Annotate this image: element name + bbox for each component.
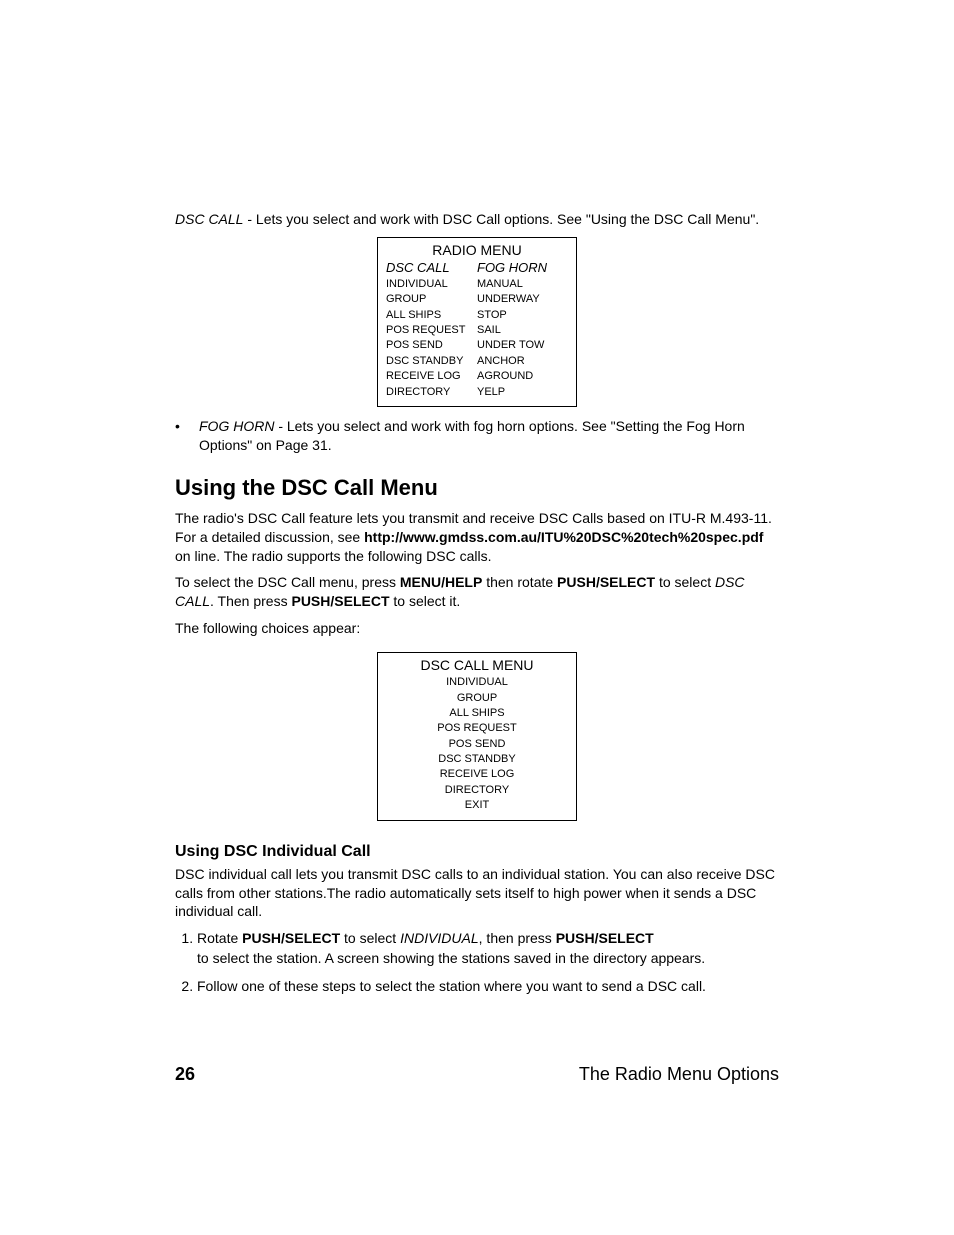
foghorn-label: FOG HORN [199, 418, 274, 434]
intro-text: - Lets you select and work with DSC Call… [243, 211, 759, 227]
p2a: To select the DSC Call menu, press [175, 574, 400, 590]
radio-col1-item: DSC STANDBY [386, 354, 477, 369]
radio-col2-item: MANUAL [477, 277, 568, 292]
foghorn-bullet: • FOG HORN - Lets you select and work wi… [175, 417, 779, 455]
radio-col2-item: SAIL [477, 323, 568, 338]
section-heading: Using the DSC Call Menu [175, 475, 779, 501]
p2b3: PUSH/SELECT [291, 593, 389, 609]
page-footer: 26 The Radio Menu Options [175, 1064, 779, 1085]
radio-col1-item: POS SEND [386, 338, 477, 353]
s1c: , then press [479, 930, 556, 946]
radio-col2-head: FOG HORN [477, 260, 568, 275]
radio-col1-item: GROUP [386, 292, 477, 307]
dsc-menu-item: ALL SHIPS [386, 706, 568, 721]
subsection-heading: Using DSC Individual Call [175, 843, 779, 861]
s1a: Rotate [197, 930, 242, 946]
document-page: DSC CALL - Lets you select and work with… [0, 0, 954, 1235]
s1b: to select [340, 930, 400, 946]
radio-col2-item: YELP [477, 385, 568, 400]
dsc-menu-item: EXIT [386, 798, 568, 813]
p2b2: PUSH/SELECT [557, 574, 655, 590]
subsection-para: DSC individual call lets you transmit DS… [175, 865, 779, 922]
step-1: Rotate PUSH/SELECT to select INDIVIDUAL,… [197, 929, 779, 968]
dsc-call-menu-box: DSC CALL MENU INDIVIDUAL GROUP ALL SHIPS… [377, 652, 577, 821]
dsc-menu-item: DSC STANDBY [386, 752, 568, 767]
steps-list: Rotate PUSH/SELECT to select INDIVIDUAL,… [175, 929, 779, 996]
para1-b: on line. The radio supports the followin… [175, 548, 491, 564]
radio-col1-item: RECEIVE LOG [386, 369, 477, 384]
radio-col1-item: INDIVIDUAL [386, 277, 477, 292]
radio-col1-item: POS REQUEST [386, 323, 477, 338]
radio-menu-col-fog: FOG HORN MANUAL UNDERWAY STOP SAIL UNDER… [477, 260, 568, 400]
radio-col1-item: DIRECTORY [386, 385, 477, 400]
radio-col2-item: AGROUND [477, 369, 568, 384]
radio-menu-box: RADIO MENU DSC CALL INDIVIDUAL GROUP ALL… [377, 237, 577, 407]
p2c: then rotate [482, 574, 557, 590]
dsc-menu-item: RECEIVE LOG [386, 767, 568, 782]
dsc-menu-item: POS REQUEST [386, 721, 568, 736]
footer-page-number: 26 [175, 1064, 195, 1085]
s1ital: INDIVIDUAL [400, 930, 479, 946]
p2f: to select it. [390, 593, 461, 609]
s1b2: PUSH/SELECT [556, 930, 654, 946]
radio-col2-item: ANCHOR [477, 354, 568, 369]
step-2: Follow one of these steps to select the … [197, 977, 779, 997]
radio-col2-item: UNDERWAY [477, 292, 568, 307]
dsc-menu-item: INDIVIDUAL [386, 675, 568, 690]
p2b1: MENU/HELP [400, 574, 482, 590]
section-para-2: To select the DSC Call menu, press MENU/… [175, 573, 779, 611]
s1b1: PUSH/SELECT [242, 930, 340, 946]
radio-col1-head: DSC CALL [386, 260, 477, 275]
radio-col1-item: ALL SHIPS [386, 308, 477, 323]
dsc-menu-title: DSC CALL MENU [386, 657, 568, 673]
footer-chapter-title: The Radio Menu Options [579, 1064, 779, 1085]
dsc-menu-item: GROUP [386, 691, 568, 706]
radio-menu-title: RADIO MENU [386, 242, 568, 258]
bullet-body: FOG HORN - Lets you select and work with… [199, 417, 779, 455]
radio-menu-col-dsc: DSC CALL INDIVIDUAL GROUP ALL SHIPS POS … [386, 260, 477, 400]
p2d: to select [655, 574, 715, 590]
section-para-1: The radio's DSC Call feature lets you tr… [175, 509, 779, 566]
radio-col2-item: STOP [477, 308, 568, 323]
p2e: . Then press [210, 593, 291, 609]
dsc-menu-item: POS SEND [386, 737, 568, 752]
dsc-menu-item: DIRECTORY [386, 783, 568, 798]
bullet-icon: • [175, 417, 199, 455]
para1-url: http://www.gmdss.com.au/ITU%20DSC%20tech… [364, 529, 763, 545]
s1d: to select the station. A screen showing … [197, 950, 705, 966]
intro-dsc-call: DSC CALL - Lets you select and work with… [175, 210, 779, 229]
section-para-3: The following choices appear: [175, 619, 779, 638]
intro-label: DSC CALL [175, 211, 243, 227]
radio-menu-columns: DSC CALL INDIVIDUAL GROUP ALL SHIPS POS … [386, 260, 568, 400]
radio-col2-item: UNDER TOW [477, 338, 568, 353]
foghorn-text: - Lets you select and work with fog horn… [199, 418, 745, 453]
